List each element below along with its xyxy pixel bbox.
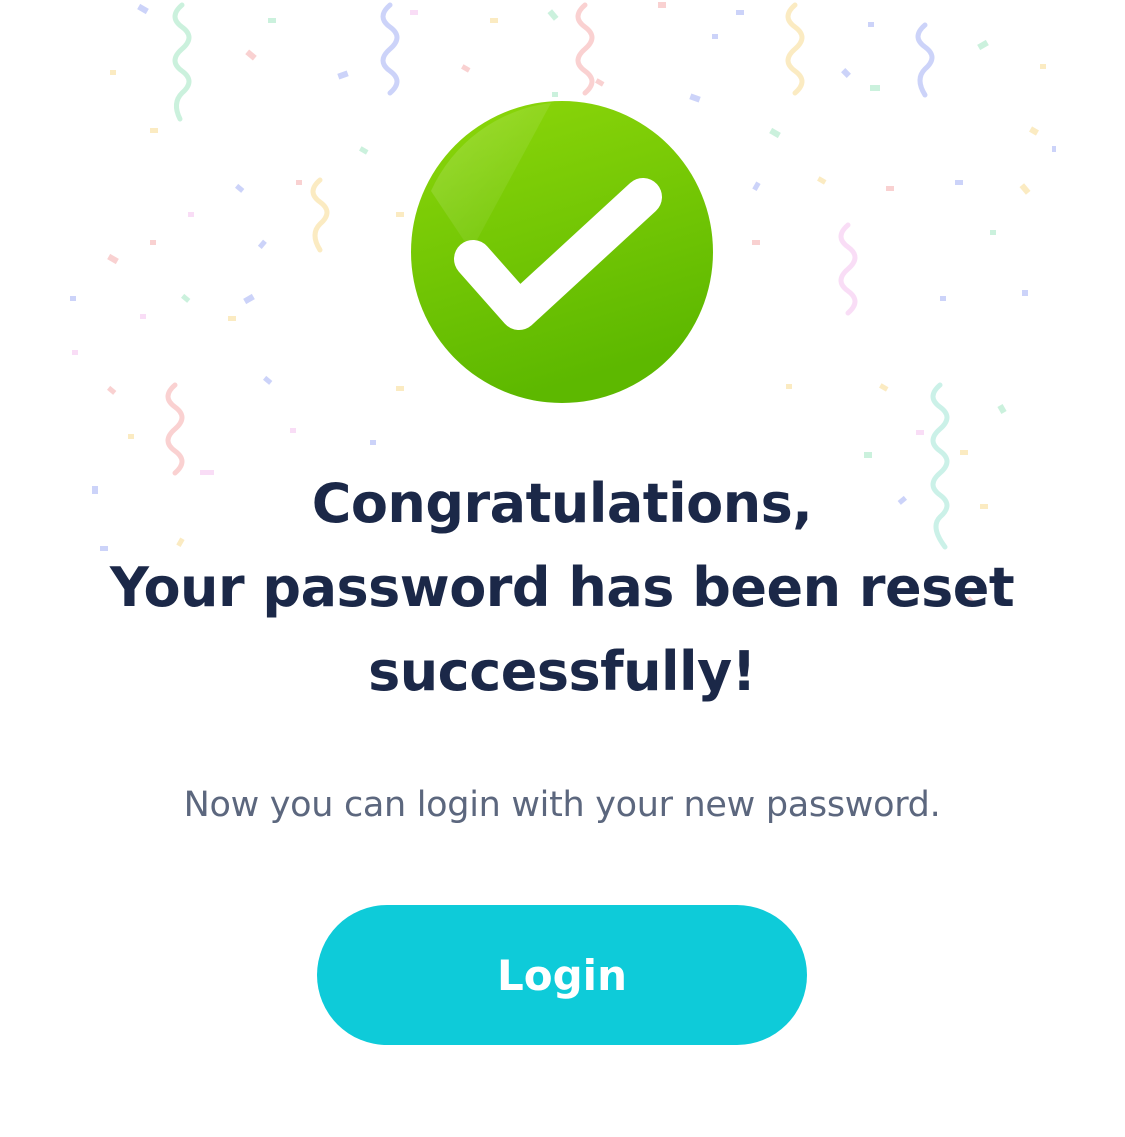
success-heading: Congratulations, Your password has been … bbox=[62, 462, 1062, 714]
heading-line-successfully: successfully! bbox=[368, 640, 756, 703]
heading-line-congratulations: Congratulations, bbox=[311, 472, 813, 535]
login-button[interactable]: Login bbox=[317, 905, 807, 1045]
success-message: Now you can login with your new password… bbox=[183, 785, 941, 825]
check-circle-icon bbox=[411, 101, 713, 403]
password-reset-success-screen: Congratulations, Your password has been … bbox=[0, 0, 1125, 1137]
heading-line-reset: Your password has been reset bbox=[109, 556, 1015, 619]
